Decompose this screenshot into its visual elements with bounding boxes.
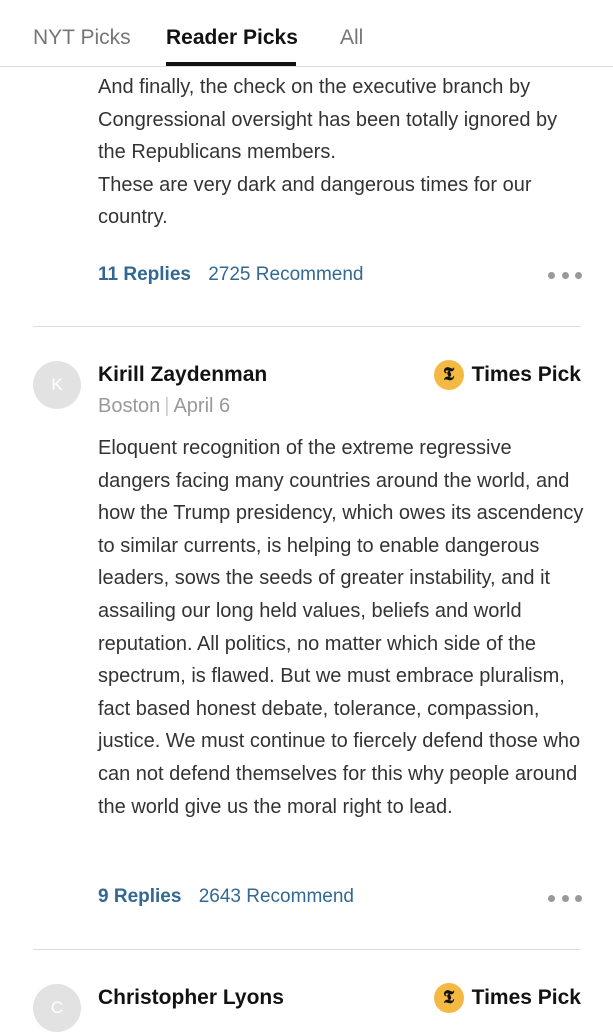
comment-location: Boston xyxy=(98,395,161,417)
comment-paragraph: Eloquent recognition of the extreme regr… xyxy=(98,437,584,818)
tab-nyt-picks[interactable]: NYT Picks xyxy=(33,24,131,52)
comment-date: April 6 xyxy=(173,395,231,417)
avatar[interactable]: C xyxy=(33,984,81,1032)
dot xyxy=(548,894,555,902)
tab-reader-picks[interactable]: Reader Picks xyxy=(166,24,298,52)
tab-all[interactable]: All xyxy=(340,24,363,52)
active-tab-indicator xyxy=(166,62,296,66)
dot xyxy=(548,271,555,279)
comment-actions: 9 Replies 2643 Recommend xyxy=(98,886,354,908)
meta-separator: | xyxy=(164,395,170,417)
comment-body: And finally, the check on the executive … xyxy=(98,71,588,234)
more-options-icon[interactable] xyxy=(548,893,582,903)
comment-meta: Boston | April 6 xyxy=(98,395,230,418)
nyt-t-logo-icon: 𝕿 xyxy=(433,983,464,1013)
comment-author[interactable]: Kirill Zaydenman xyxy=(98,363,267,387)
comment-filter-tabs: NYT Picks Reader Picks All xyxy=(0,0,613,67)
nyt-t-logo-icon: 𝕿 xyxy=(433,360,464,390)
comment-actions: 11 Replies 2725 Recommend xyxy=(98,264,364,286)
dot xyxy=(561,271,569,279)
times-pick-badge: 𝕿 Times Pick xyxy=(433,983,581,1013)
comment-author[interactable]: Christopher Lyons xyxy=(98,986,284,1010)
dot xyxy=(575,894,582,902)
comment-body: Eloquent recognition of the extreme regr… xyxy=(98,432,588,823)
dot xyxy=(561,894,569,902)
divider xyxy=(33,326,581,327)
recommend-button[interactable]: 2725 Recommend xyxy=(208,264,363,285)
comment-paragraph: These are very dark and dangerous times … xyxy=(98,173,532,229)
recommend-button[interactable]: 2643 Recommend xyxy=(199,886,354,907)
avatar[interactable]: K xyxy=(33,361,81,409)
times-pick-label: Times Pick xyxy=(471,986,581,1009)
replies-link[interactable]: 11 Replies xyxy=(98,264,191,285)
times-pick-label: Times Pick xyxy=(471,363,581,386)
dot xyxy=(575,271,582,279)
more-options-icon[interactable] xyxy=(548,270,582,280)
comment-paragraph: And finally, the check on the executive … xyxy=(98,76,558,164)
divider xyxy=(33,949,581,950)
replies-link[interactable]: 9 Replies xyxy=(98,886,181,907)
times-pick-badge: 𝕿 Times Pick xyxy=(433,360,581,390)
